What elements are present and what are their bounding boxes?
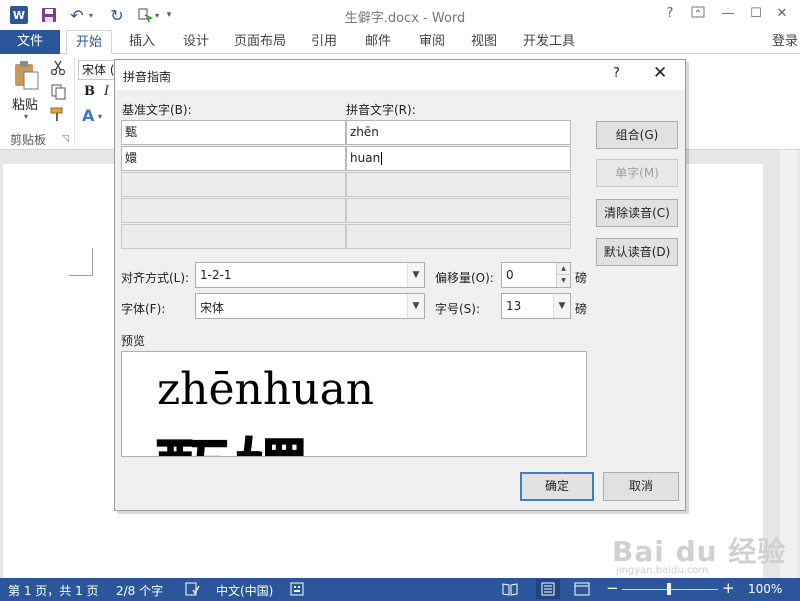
chevron-down-icon[interactable]: ▼ bbox=[553, 294, 570, 318]
font-value: 宋体 bbox=[200, 301, 225, 315]
base-text-field-1[interactable]: 甄 bbox=[121, 120, 346, 145]
alignment-value: 1-2-1 bbox=[200, 268, 232, 282]
paste-icon[interactable] bbox=[12, 60, 40, 90]
language-indicator[interactable]: 中文(中国) bbox=[216, 582, 273, 599]
preview-box: zhēnhuan 甄嬛 bbox=[121, 351, 587, 457]
web-layout-icon[interactable] bbox=[574, 581, 590, 600]
dialog-close-button[interactable]: ✕ bbox=[653, 63, 667, 83]
tab-references[interactable]: 引用 bbox=[304, 30, 344, 54]
preview-base-text: 甄嬛 bbox=[155, 414, 315, 456]
default-reading-button[interactable]: 默认读音(D) bbox=[596, 238, 678, 266]
text-effects-icon[interactable]: A bbox=[82, 106, 94, 125]
italic-icon[interactable]: I bbox=[104, 84, 109, 99]
minimize-button[interactable]: — bbox=[718, 6, 738, 24]
tab-home[interactable]: 开始 bbox=[66, 30, 112, 55]
ok-button[interactable]: 确定 bbox=[520, 472, 594, 501]
ruby-text-field-3[interactable] bbox=[346, 172, 571, 197]
proofing-icon[interactable] bbox=[184, 581, 200, 600]
tab-design[interactable]: 设计 bbox=[176, 30, 216, 54]
zoom-slider[interactable] bbox=[622, 583, 718, 595]
title-bar: W ↶ ▾ ↻ ▾ ▾ 生僻字.docx - Word ? — ☐ ✕ bbox=[0, 0, 800, 30]
bold-icon[interactable]: B bbox=[84, 84, 95, 99]
mono-button[interactable]: 单字(M) bbox=[596, 159, 678, 187]
ribbon-tabs: 文件 开始 插入 设计 页面布局 引用 邮件 审阅 视图 开发工具 登录 bbox=[0, 30, 800, 55]
size-value: 13 bbox=[506, 299, 522, 313]
base-text-field-4[interactable] bbox=[121, 198, 346, 223]
tab-file[interactable]: 文件 bbox=[0, 30, 60, 54]
dialog-title-bar[interactable]: 拼音指南 ? ✕ bbox=[115, 60, 685, 90]
preview-ruby-text: zhēnhuan bbox=[157, 364, 375, 415]
cancel-button[interactable]: 取消 bbox=[603, 472, 679, 501]
base-text-field-2[interactable]: 嬛 bbox=[121, 146, 346, 171]
font-label: 字体(F): bbox=[121, 302, 166, 316]
paste-label[interactable]: 粘贴 bbox=[12, 94, 38, 113]
size-label: 字号(S): bbox=[435, 302, 481, 316]
zoom-slider-thumb[interactable] bbox=[667, 583, 671, 595]
word-count[interactable]: 2/8 个字 bbox=[116, 582, 163, 599]
offset-spinner[interactable]: 0 ▲ ▼ bbox=[501, 262, 571, 288]
tab-insert[interactable]: 插入 bbox=[122, 30, 162, 54]
base-text-field-5[interactable] bbox=[121, 224, 346, 249]
tab-mailings[interactable]: 邮件 bbox=[358, 30, 398, 54]
tab-developer[interactable]: 开发工具 bbox=[516, 30, 582, 54]
format-painter-icon[interactable] bbox=[50, 106, 66, 122]
spin-up-icon[interactable]: ▲ bbox=[556, 263, 570, 275]
ruby-text-field-2[interactable]: huan bbox=[346, 146, 571, 171]
font-name-box[interactable]: 宋体 ( bbox=[78, 60, 116, 80]
chevron-down-icon[interactable]: ▼ bbox=[407, 294, 424, 318]
phonetic-guide-dialog: 拼音指南 ? ✕ 基准文字(B): 拼音文字(R): 甄 zhēn 嬛 huan… bbox=[114, 59, 686, 511]
group-button[interactable]: 组合(G) bbox=[596, 121, 678, 149]
font-select[interactable]: 宋体 ▼ bbox=[195, 293, 425, 319]
dialog-help-button[interactable]: ? bbox=[613, 66, 620, 81]
ruby-text-field-4[interactable] bbox=[346, 198, 571, 223]
paste-dropdown-icon[interactable]: ▾ bbox=[24, 112, 28, 121]
page-count[interactable]: 第 1 页，共 1 页 bbox=[8, 582, 99, 599]
offset-value: 0 bbox=[506, 268, 514, 282]
offset-label: 偏移量(O): bbox=[435, 271, 494, 285]
window-title: 生僻字.docx - Word bbox=[344, 11, 466, 26]
clear-reading-button[interactable]: 清除读音(C) bbox=[596, 199, 678, 227]
zoom-level[interactable]: 100% bbox=[748, 582, 782, 596]
base-text-field-3[interactable] bbox=[121, 172, 346, 197]
ruby-text-field-1[interactable]: zhēn bbox=[346, 120, 571, 145]
maximize-button[interactable]: ☐ bbox=[746, 6, 766, 24]
cut-icon[interactable] bbox=[50, 60, 66, 76]
status-bar: 第 1 页，共 1 页 2/8 个字 中文(中国) − + 100% bbox=[0, 578, 800, 601]
size-select[interactable]: 13 ▼ bbox=[501, 293, 571, 319]
group-divider bbox=[74, 58, 75, 146]
baidu-watermark: Bai du 经验 bbox=[612, 535, 787, 568]
clipboard-dialog-launcher-icon[interactable]: ◹ bbox=[62, 134, 69, 144]
alignment-label: 对齐方式(L): bbox=[121, 271, 190, 285]
vertical-scrollbar[interactable] bbox=[780, 150, 798, 578]
macro-recording-icon[interactable] bbox=[290, 581, 306, 600]
clipboard-group-label: 剪贴板 bbox=[10, 133, 47, 147]
print-layout-icon[interactable] bbox=[536, 579, 560, 599]
baidu-watermark-url: jingyan.baidu.com bbox=[616, 565, 709, 576]
tab-view[interactable]: 视图 bbox=[464, 30, 504, 54]
offset-unit-label: 磅 bbox=[575, 271, 588, 285]
read-mode-icon[interactable] bbox=[502, 581, 518, 600]
tab-layout[interactable]: 页面布局 bbox=[230, 30, 290, 54]
zoom-in-button[interactable]: + bbox=[722, 579, 735, 597]
chevron-down-icon[interactable]: ▼ bbox=[407, 263, 424, 287]
ribbon-display-options-icon[interactable] bbox=[688, 6, 708, 24]
zoom-out-button[interactable]: − bbox=[606, 579, 619, 597]
page-margin-mark bbox=[69, 248, 93, 276]
ruby-text-field-5[interactable] bbox=[346, 224, 571, 249]
size-unit-label: 磅 bbox=[575, 302, 588, 316]
ruby-text-label: 拼音文字(R): bbox=[346, 103, 416, 117]
text-cursor bbox=[381, 152, 383, 165]
base-text-label: 基准文字(B): bbox=[122, 103, 192, 117]
sign-in-link[interactable]: 登录 bbox=[772, 30, 798, 53]
ruby-text-value-2: huan bbox=[350, 151, 381, 165]
help-button[interactable]: ? bbox=[660, 6, 680, 24]
tab-review[interactable]: 审阅 bbox=[412, 30, 452, 54]
preview-label: 预览 bbox=[121, 334, 146, 348]
spin-down-icon[interactable]: ▼ bbox=[556, 275, 570, 287]
close-button[interactable]: ✕ bbox=[772, 6, 792, 24]
dialog-title: 拼音指南 bbox=[123, 70, 172, 84]
alignment-select[interactable]: 1-2-1 ▼ bbox=[195, 262, 425, 288]
text-effects-dropdown-icon[interactable]: ▾ bbox=[98, 112, 102, 121]
copy-icon[interactable] bbox=[50, 84, 66, 100]
